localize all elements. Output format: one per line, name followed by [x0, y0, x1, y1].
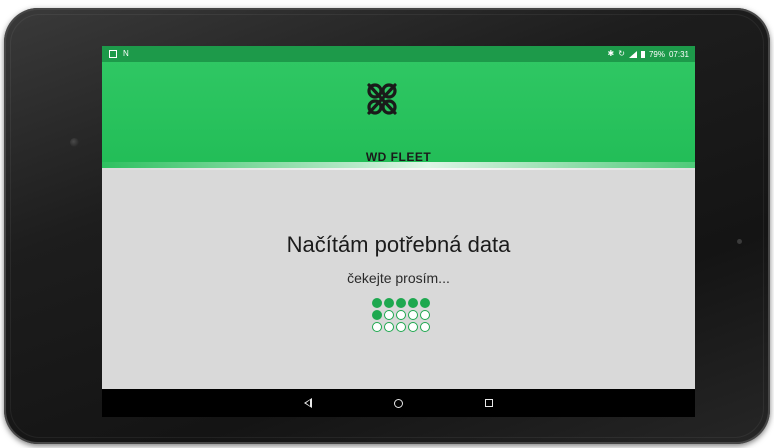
progress-dot-filled: [384, 298, 394, 308]
progress-dot-empty: [384, 310, 394, 320]
progress-dot-empty: [408, 310, 418, 320]
battery-icon: [640, 50, 645, 58]
progress-dot-empty: [396, 322, 406, 332]
progress-dot-empty: [408, 322, 418, 332]
progress-dot-filled: [372, 298, 382, 308]
progress-dot-empty: [372, 322, 382, 332]
screenshot-icon: [109, 50, 117, 58]
battery-percent: 79%: [648, 49, 665, 59]
wd-fleet-logo-icon: [367, 83, 397, 115]
sensor-dot: [737, 239, 742, 244]
front-camera: [70, 138, 79, 147]
signal-icon: [628, 50, 637, 58]
progress-dot-empty: [420, 322, 430, 332]
loading-title: Načítám potřebná data: [286, 232, 511, 257]
progress-dot-filled: [372, 310, 382, 320]
progress-dot-filled: [420, 298, 430, 308]
loading-subtitle: čekejte prosím...: [347, 270, 450, 286]
progress-dot-empty: [384, 322, 394, 332]
status-time: 07:31: [668, 49, 689, 59]
progress-dots: [372, 298, 430, 332]
recents-icon[interactable]: [485, 399, 493, 407]
nfc-icon: N: [123, 49, 129, 58]
navigation-bar: [102, 389, 695, 417]
header-divider: [102, 162, 695, 170]
app-header: WD FLEET: [102, 62, 695, 168]
status-bar: N ✱ ↻ 79% 07:31: [102, 46, 695, 62]
bluetooth-icon: ✱: [607, 49, 615, 58]
progress-dot-filled: [396, 298, 406, 308]
back-icon[interactable]: [304, 398, 312, 408]
app-screen: N ✱ ↻ 79% 07:31 WD FLEET Načítám potřebn…: [102, 46, 695, 417]
sync-icon: ↻: [618, 49, 625, 58]
loading-panel: Načítám potřebná data čekejte prosím...: [102, 174, 695, 388]
home-icon[interactable]: [394, 398, 403, 408]
progress-dot-empty: [420, 310, 430, 320]
progress-dot-empty: [396, 310, 406, 320]
progress-dot-filled: [408, 298, 418, 308]
